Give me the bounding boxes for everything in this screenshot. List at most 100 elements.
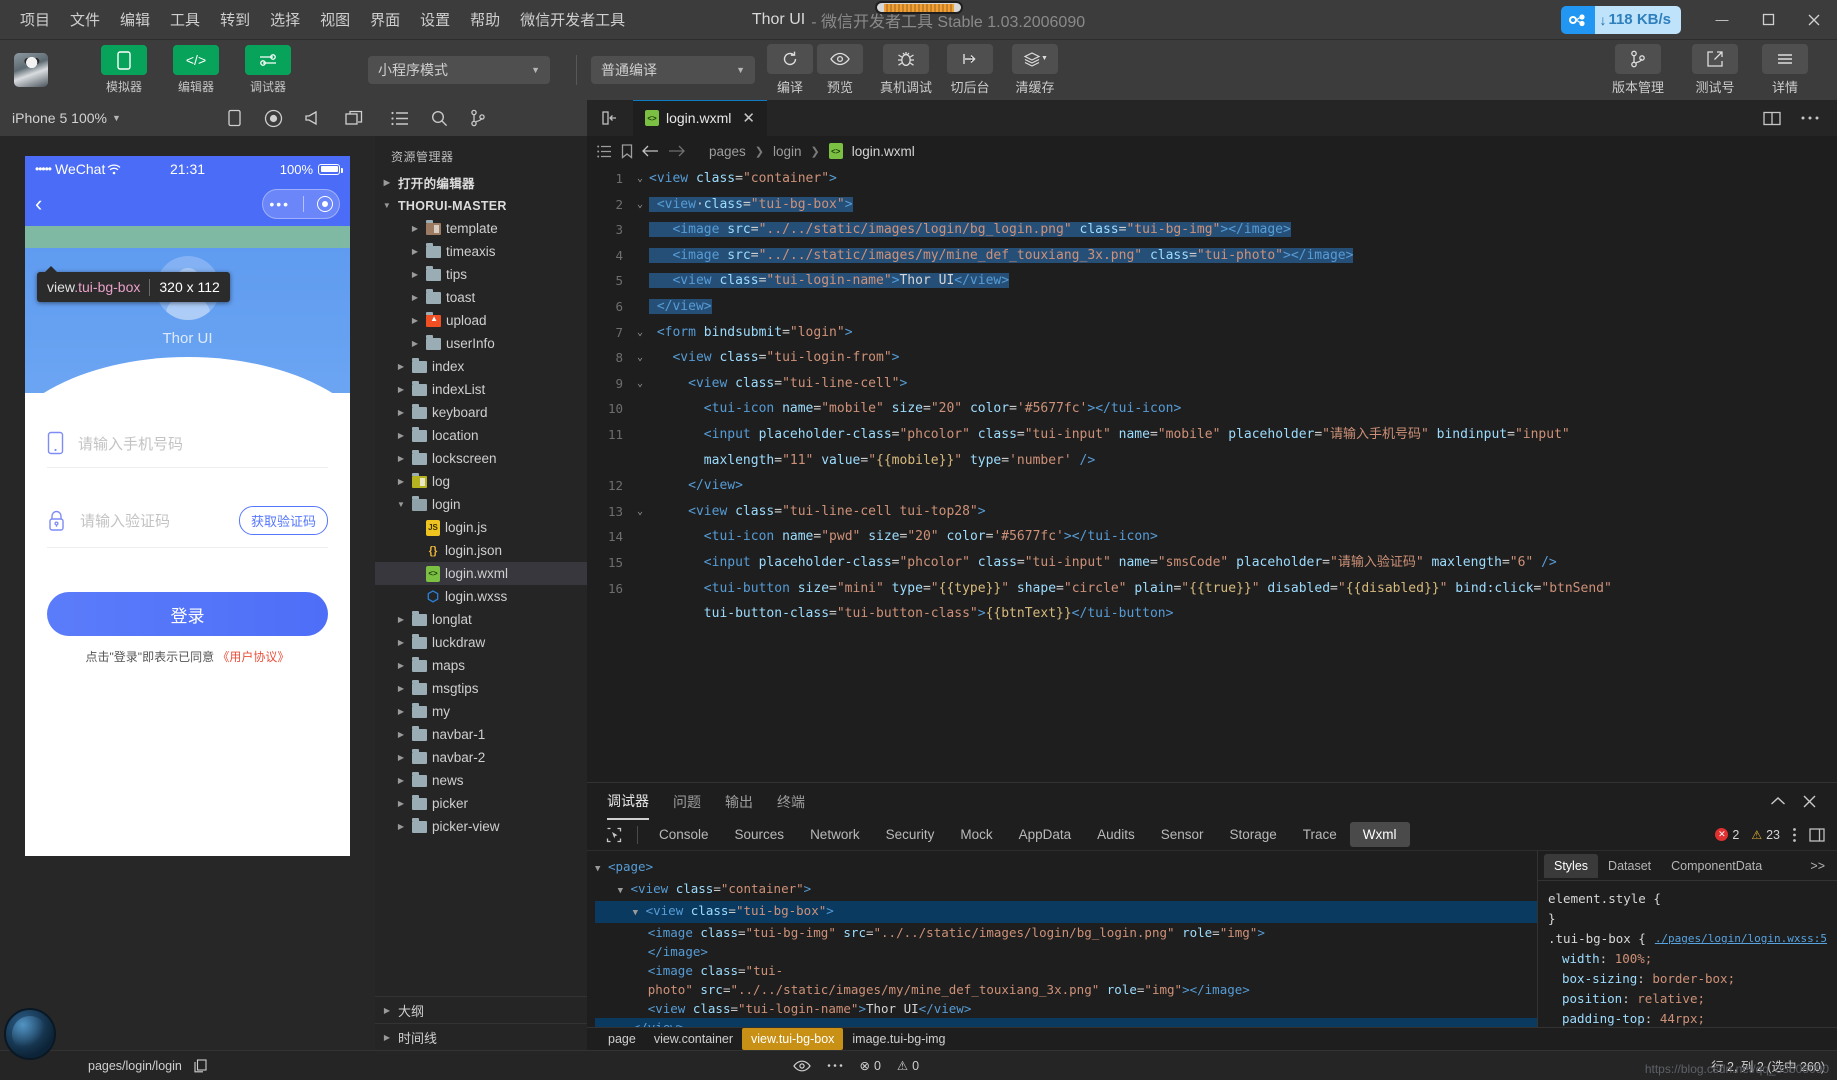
styles-tab-componentdata[interactable]: ComponentData xyxy=(1661,854,1772,878)
source-control-icon[interactable] xyxy=(470,109,486,127)
style-prop-width[interactable]: width: 100%; xyxy=(1548,949,1827,969)
clear-cache-action[interactable]: ▼ 清缓存 xyxy=(1003,44,1067,96)
dom-breadcrumb-container[interactable]: view.container xyxy=(645,1028,742,1050)
code-line[interactable]: 2 ⌄ <view·class="tui-bg-box"> xyxy=(587,192,1837,218)
dom-node-tui-login-name[interactable]: <view class="tui-login-name">Thor UI</vi… xyxy=(595,999,1537,1018)
status-path[interactable]: pages/login/login xyxy=(88,1059,182,1073)
devtools-tab-network[interactable]: Network xyxy=(797,822,873,847)
dom-node-tui-bg-box[interactable]: ▼ <view class="tui-bg-box"> xyxy=(595,901,1537,923)
code-line[interactable]: 13 ⌄ <view class="tui-line-cell tui-top28… xyxy=(587,499,1837,525)
menu-item-devtools[interactable]: 微信开发者工具 xyxy=(510,3,635,36)
background-action[interactable]: 切后台 xyxy=(945,44,995,96)
dom-breadcrumb-page[interactable]: page xyxy=(599,1028,645,1050)
wxml-dom-tree[interactable]: ▼ <page> ▼ <view class="container"> ▼ <v… xyxy=(587,851,1537,1027)
chevron-up-icon[interactable] xyxy=(1770,796,1786,806)
code-editor[interactable]: 1 ⌄ <view class="container"> 2 ⌄ <view·class… xyxy=(587,166,1837,782)
tree-item-news[interactable]: ▶ news xyxy=(375,769,587,792)
avatar[interactable] xyxy=(14,53,48,87)
debugger-button[interactable]: 调试器 xyxy=(240,45,296,95)
close-icon[interactable]: ✕ xyxy=(742,109,755,127)
panel-tab-debugger[interactable]: 调试器 xyxy=(607,783,649,820)
devtools-tab-security[interactable]: Security xyxy=(873,822,948,847)
fold-icon[interactable]: ⌄ xyxy=(631,499,649,525)
tree-item-navbar-1[interactable]: ▶ navbar-1 xyxy=(375,723,587,746)
tree-item-location[interactable]: ▶ location xyxy=(375,424,587,447)
dom-node-tui-photo-2[interactable]: photo" src="../../static/images/my/mine_… xyxy=(595,980,1537,999)
style-prop-box-sizing[interactable]: box-sizing: border-box; xyxy=(1548,969,1827,989)
code-line[interactable]: 5 <view class="tui-login-name">Thor UI</… xyxy=(587,268,1837,294)
menu-item-settings[interactable]: 设置 xyxy=(410,3,460,36)
smscode-field-row[interactable]: 请输入验证码 获取验证码 xyxy=(47,496,328,548)
code-line[interactable]: 7 ⌄ <form bindsubmit="login"> xyxy=(587,320,1837,346)
code-line[interactable]: 1 ⌄ <view class="container"> xyxy=(587,166,1837,192)
tree-item-msgtips[interactable]: ▶ msgtips xyxy=(375,677,587,700)
details-action[interactable]: 详情 xyxy=(1761,44,1809,96)
more-icon[interactable] xyxy=(1801,115,1819,121)
tree-item-toast[interactable]: ▶ toast xyxy=(375,286,587,309)
code-line[interactable]: 6 </view> xyxy=(587,294,1837,320)
tree-item-tips[interactable]: ▶ tips xyxy=(375,263,587,286)
fold-icon[interactable]: ⌄ xyxy=(631,320,649,346)
error-count-badge[interactable]: ✕ 2 xyxy=(1715,828,1739,842)
eye-icon[interactable] xyxy=(793,1060,812,1072)
version-control-action[interactable]: 版本管理 xyxy=(1607,44,1669,96)
menu-item-file[interactable]: 文件 xyxy=(60,3,110,36)
tree-item-userInfo[interactable]: ▶ userInfo xyxy=(375,332,587,355)
tree-item-picker[interactable]: ▶ picker xyxy=(375,792,587,815)
devtools-tab-storage[interactable]: Storage xyxy=(1216,822,1289,847)
compile-mode-select[interactable]: 普通编译 ▼ xyxy=(591,56,755,84)
record-icon[interactable] xyxy=(264,109,283,128)
menu-item-interface[interactable]: 界面 xyxy=(360,3,410,36)
devtools-tab-trace[interactable]: Trace xyxy=(1290,822,1350,847)
screenshot-icon[interactable] xyxy=(345,110,363,126)
dom-breadcrumb-bg-img[interactable]: image.tui-bg-img xyxy=(843,1028,954,1050)
style-prop-position[interactable]: position: relative; xyxy=(1548,989,1827,1009)
warning-count-badge[interactable]: ⚠ 23 xyxy=(1751,828,1780,842)
more-icon[interactable] xyxy=(827,1063,843,1068)
dom-node-tui-bg-img[interactable]: <image class="tui-bg-img" src="../../sta… xyxy=(595,923,1537,942)
dom-node-container[interactable]: ▼ <view class="container"> xyxy=(595,879,1537,901)
editor-tab-login-wxml[interactable]: <> login.wxml ✕ xyxy=(633,100,768,136)
styles-tab-dataset[interactable]: Dataset xyxy=(1598,854,1661,878)
tree-item-indexList[interactable]: ▶ indexList xyxy=(375,378,587,401)
element-picker-icon[interactable] xyxy=(599,827,629,843)
tree-item-luckdraw[interactable]: ▶ luckdraw xyxy=(375,631,587,654)
tree-item-navbar-2[interactable]: ▶ navbar-2 xyxy=(375,746,587,769)
style-prop-padding-top[interactable]: padding-top: 44rpx; xyxy=(1548,1009,1827,1027)
tree-item-login[interactable]: ▼ login xyxy=(375,493,587,516)
code-line[interactable]: 9 ⌄ <view class="tui-line-cell"> xyxy=(587,371,1837,397)
preview-action[interactable]: 预览 xyxy=(815,44,865,96)
tree-item-keyboard[interactable]: ▶ keyboard xyxy=(375,401,587,424)
devtools-tab-wxml[interactable]: Wxml xyxy=(1349,822,1410,847)
user-agreement-link[interactable]: 《用户协议》 xyxy=(217,650,289,664)
tree-item-template[interactable]: ▶ template xyxy=(375,217,587,240)
code-line[interactable]: 12 </view> xyxy=(587,473,1837,499)
menu-item-select[interactable]: 选择 xyxy=(260,3,310,36)
close-button[interactable] xyxy=(1791,0,1837,40)
tree-item-longlat[interactable]: ▶ longlat xyxy=(375,608,587,631)
outline-icon[interactable] xyxy=(597,145,612,158)
tree-item-log[interactable]: ▶ log xyxy=(375,470,587,493)
tree-item-login-wxml[interactable]: ▶<>login.wxml xyxy=(375,562,587,585)
styles-rules[interactable]: element.style { } .tui-bg-box { ./pages/… xyxy=(1538,881,1837,1027)
menu-item-edit[interactable]: 编辑 xyxy=(110,3,160,36)
panel-tab-problems[interactable]: 问题 xyxy=(673,784,701,819)
back-arrow-icon[interactable] xyxy=(642,145,659,157)
code-line[interactable]: tui-button-class="tui-button-class">{{bt… xyxy=(587,601,1837,627)
real-device-debug-action[interactable]: 真机调试 xyxy=(875,44,937,96)
code-line[interactable]: 10 <tui-icon name="mobile" size="20" col… xyxy=(587,396,1837,422)
tree-item-my[interactable]: ▶ my xyxy=(375,700,587,723)
code-line[interactable]: 15 <input placeholder-class="phcolor" cl… xyxy=(587,550,1837,576)
panel-tab-terminal[interactable]: 终端 xyxy=(777,784,805,819)
volume-icon[interactable] xyxy=(305,110,323,126)
bookmark-icon[interactable] xyxy=(621,143,633,159)
fold-icon[interactable]: ⌄ xyxy=(631,371,649,397)
dock-icon[interactable] xyxy=(1809,827,1825,842)
login-submit-button[interactable]: 登录 xyxy=(47,592,328,636)
explorer-section-project[interactable]: ▼ THORUI-MASTER xyxy=(375,194,587,217)
style-rule-source[interactable]: ./pages/login/login.wxss:5 xyxy=(1655,929,1827,949)
code-line[interactable]: 8 ⌄ <view class="tui-login-from"> xyxy=(587,345,1837,371)
mode-select[interactable]: 小程序模式 ▼ xyxy=(368,56,550,84)
breadcrumb-login[interactable]: login xyxy=(773,144,802,159)
device-select[interactable]: iPhone 5 100% ▼ xyxy=(12,110,121,126)
